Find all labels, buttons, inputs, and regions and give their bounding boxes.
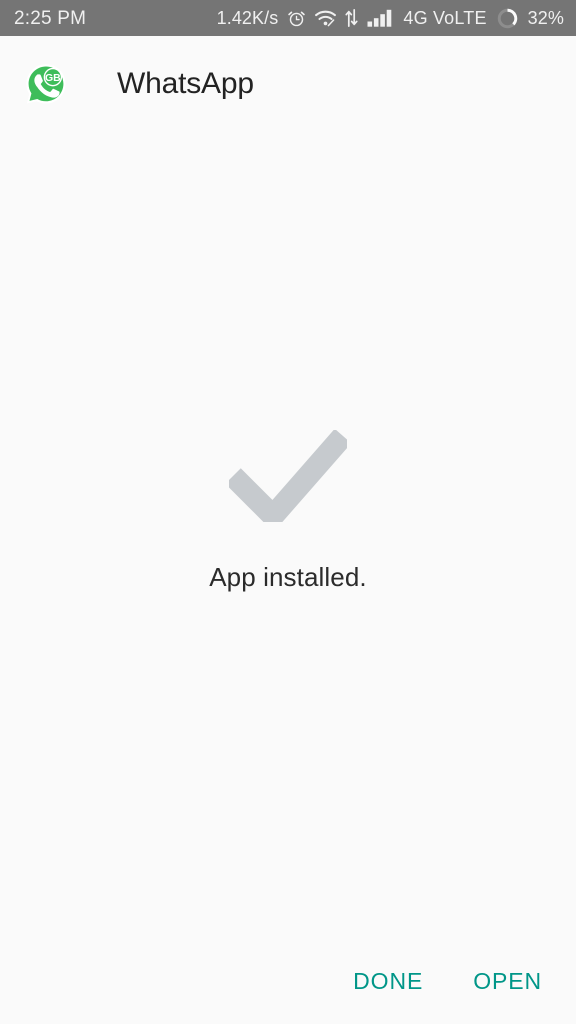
- status-bar: 2:25 PM 1.42K/s 4G VoLTE 32%: [0, 0, 576, 36]
- checkmark-icon: [229, 430, 347, 522]
- status-bar-indicators: 1.42K/s 4G VoLTE 32%: [217, 7, 564, 30]
- battery-circle-icon: [496, 7, 519, 30]
- install-status-panel: App installed.: [0, 430, 576, 590]
- whatsapp-gb-logo-icon: GB: [24, 62, 68, 106]
- wifi-icon: [315, 10, 337, 27]
- done-button[interactable]: DONE: [349, 964, 427, 999]
- battery-percentage-label: 32%: [527, 8, 564, 28]
- page-title: WhatsApp: [117, 67, 254, 100]
- svg-text:GB: GB: [45, 72, 61, 84]
- open-button[interactable]: OPEN: [469, 964, 546, 999]
- network-speed-label: 1.42K/s: [216, 8, 279, 28]
- action-bar: DONE OPEN: [0, 938, 576, 1024]
- data-transfer-icon: [345, 9, 358, 27]
- alarm-icon: [287, 9, 306, 28]
- cellular-signal-icon: [367, 9, 393, 27]
- app-header: GB WhatsApp: [0, 36, 576, 132]
- network-type-label: 4G VoLTE: [403, 8, 487, 28]
- install-status-text: App installed.: [209, 562, 367, 592]
- status-bar-clock: 2:25 PM: [14, 7, 87, 29]
